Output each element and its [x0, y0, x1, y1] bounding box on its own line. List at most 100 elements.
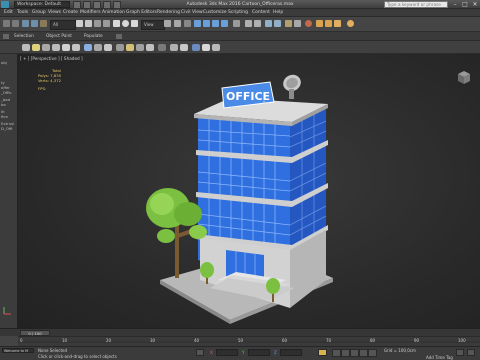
layer-manager-icon[interactable]	[264, 19, 273, 29]
go-to-end-icon[interactable]	[368, 349, 377, 357]
move-icon[interactable]	[112, 19, 121, 29]
create-shape-icon[interactable]	[170, 44, 178, 51]
create-box-icon[interactable]	[42, 44, 50, 51]
search-input[interactable]: Type a keyword or phrase	[384, 1, 448, 8]
create-spacewarp-icon[interactable]	[146, 44, 154, 51]
minimize-button[interactable]: –	[450, 0, 460, 9]
orbit-icon[interactable]	[467, 349, 475, 356]
create-cone-icon[interactable]	[62, 44, 70, 51]
unlink-icon[interactable]	[30, 19, 39, 29]
time-slider[interactable]: 0 / 100	[0, 328, 480, 336]
go-to-start-icon[interactable]	[332, 349, 341, 357]
render-production-icon[interactable]	[333, 19, 342, 29]
create-pyramid-icon[interactable]	[94, 44, 102, 51]
menu-animation[interactable]: Animation	[102, 9, 125, 17]
office-building-model[interactable]: OFFICE	[18, 54, 480, 328]
lock-selection-icon[interactable]	[196, 349, 204, 356]
angle-snap-icon[interactable]	[202, 19, 211, 29]
menu-scripting[interactable]: Scripting	[228, 9, 248, 17]
menu-civil-view[interactable]: Civil View	[181, 9, 203, 17]
create-sphere-icon[interactable]	[22, 44, 30, 51]
create-light-icon[interactable]	[32, 44, 40, 51]
edit-named-selection-icon[interactable]	[232, 19, 241, 29]
rendered-frame-window-icon[interactable]	[324, 19, 333, 29]
align-icon[interactable]	[253, 19, 262, 29]
reference-coordinate-dropdown[interactable]: View	[141, 20, 165, 30]
create-particle-icon[interactable]	[192, 44, 200, 51]
spinner-snap-icon[interactable]	[220, 19, 229, 29]
teapot-icon[interactable]	[346, 19, 355, 29]
graphite-toggle-icon[interactable]	[273, 19, 282, 29]
create-helper-icon[interactable]	[136, 44, 144, 51]
x-coordinate-field[interactable]	[216, 349, 238, 356]
maxscript-listener[interactable]: Welcome to M	[2, 348, 34, 353]
menu-views[interactable]: Views	[48, 9, 61, 17]
menu-customize[interactable]: Customize	[203, 9, 227, 17]
tab-selection[interactable]: Selection	[14, 32, 34, 41]
perspective-viewport[interactable]: [ + ] [Perspective ] [ Shaded ] Total Po…	[18, 54, 480, 328]
schematic-view-icon[interactable]	[293, 19, 302, 29]
new-file-icon[interactable]	[73, 1, 81, 9]
create-plane-icon[interactable]	[84, 44, 92, 51]
menu-create[interactable]: Create	[63, 9, 78, 17]
keyboard-shortcut-icon[interactable]	[183, 19, 192, 29]
open-file-icon[interactable]	[83, 1, 91, 9]
add-time-tag[interactable]: Add Time Tag	[426, 355, 453, 360]
create-cylinder-icon[interactable]	[52, 44, 60, 51]
scene-item[interactable]: obj	[1, 60, 7, 65]
menu-tools[interactable]: Tools	[17, 9, 28, 17]
track-bar[interactable]: 0 10 20 30 40 50 60 70 80 90 100	[18, 336, 480, 346]
rectangle-selection-icon[interactable]	[93, 19, 102, 29]
create-compound-icon[interactable]	[180, 44, 188, 51]
maximize-button[interactable]: □	[460, 0, 470, 9]
menu-group[interactable]: Group	[32, 9, 46, 17]
create-torus-icon[interactable]	[72, 44, 80, 51]
material-editor-icon[interactable]	[304, 19, 313, 29]
close-button[interactable]: ✕	[470, 0, 480, 9]
create-patch-icon[interactable]	[202, 44, 210, 51]
undo-tool-icon[interactable]	[2, 19, 11, 29]
create-nurbs-icon[interactable]	[212, 44, 220, 51]
mirror-icon[interactable]	[244, 19, 253, 29]
app-logo[interactable]	[1, 1, 11, 8]
z-coordinate-field[interactable]	[280, 349, 302, 356]
zoom-extents-icon[interactable]	[456, 349, 464, 356]
redo-tool-icon[interactable]	[11, 19, 20, 29]
render-setup-icon[interactable]	[315, 19, 324, 29]
menu-graph-editors[interactable]: Graph Editors	[126, 9, 157, 17]
ribbon-toggle-icon[interactable]	[3, 34, 9, 39]
auto-key-icon[interactable]	[318, 349, 327, 356]
window-crossing-icon[interactable]	[102, 19, 111, 29]
undo-icon[interactable]	[103, 1, 111, 9]
ribbon-options-icon[interactable]	[116, 34, 122, 39]
play-icon[interactable]	[350, 349, 359, 357]
y-coordinate-field[interactable]	[248, 349, 270, 356]
save-icon[interactable]	[93, 1, 101, 9]
link-icon[interactable]	[21, 19, 30, 29]
tab-object-paint[interactable]: Object Paint	[46, 32, 72, 41]
menu-rendering[interactable]: Rendering	[157, 9, 180, 17]
pivot-center-icon[interactable]	[163, 19, 172, 29]
next-frame-icon[interactable]	[359, 349, 368, 357]
create-system-icon[interactable]	[158, 44, 166, 51]
bind-space-warp-icon[interactable]	[39, 19, 48, 29]
curve-editor-icon[interactable]	[284, 19, 293, 29]
create-camera-icon[interactable]	[126, 44, 134, 51]
previous-frame-icon[interactable]	[341, 349, 350, 357]
menu-content[interactable]: Content	[252, 9, 270, 17]
workspace-dropdown[interactable]: Workspace: Default	[14, 1, 70, 8]
scene-item[interactable]: ba	[1, 102, 6, 107]
selection-filter-dropdown[interactable]: All	[50, 20, 76, 30]
menu-edit[interactable]: Edit	[4, 9, 13, 17]
rotate-icon[interactable]	[121, 19, 130, 29]
create-geosphere-icon[interactable]	[104, 44, 112, 51]
create-tube-icon[interactable]	[116, 44, 124, 51]
scene-item[interactable]: D_Offi	[1, 126, 12, 131]
tab-populate[interactable]: Populate	[84, 32, 103, 41]
scene-item[interactable]: _Offic	[1, 90, 12, 95]
scene-item[interactable]: fice	[1, 114, 8, 119]
select-manipulate-icon[interactable]	[173, 19, 182, 29]
select-by-name-icon[interactable]	[84, 19, 93, 29]
scale-icon[interactable]	[130, 19, 139, 29]
snap-toggle-icon[interactable]	[193, 19, 202, 29]
